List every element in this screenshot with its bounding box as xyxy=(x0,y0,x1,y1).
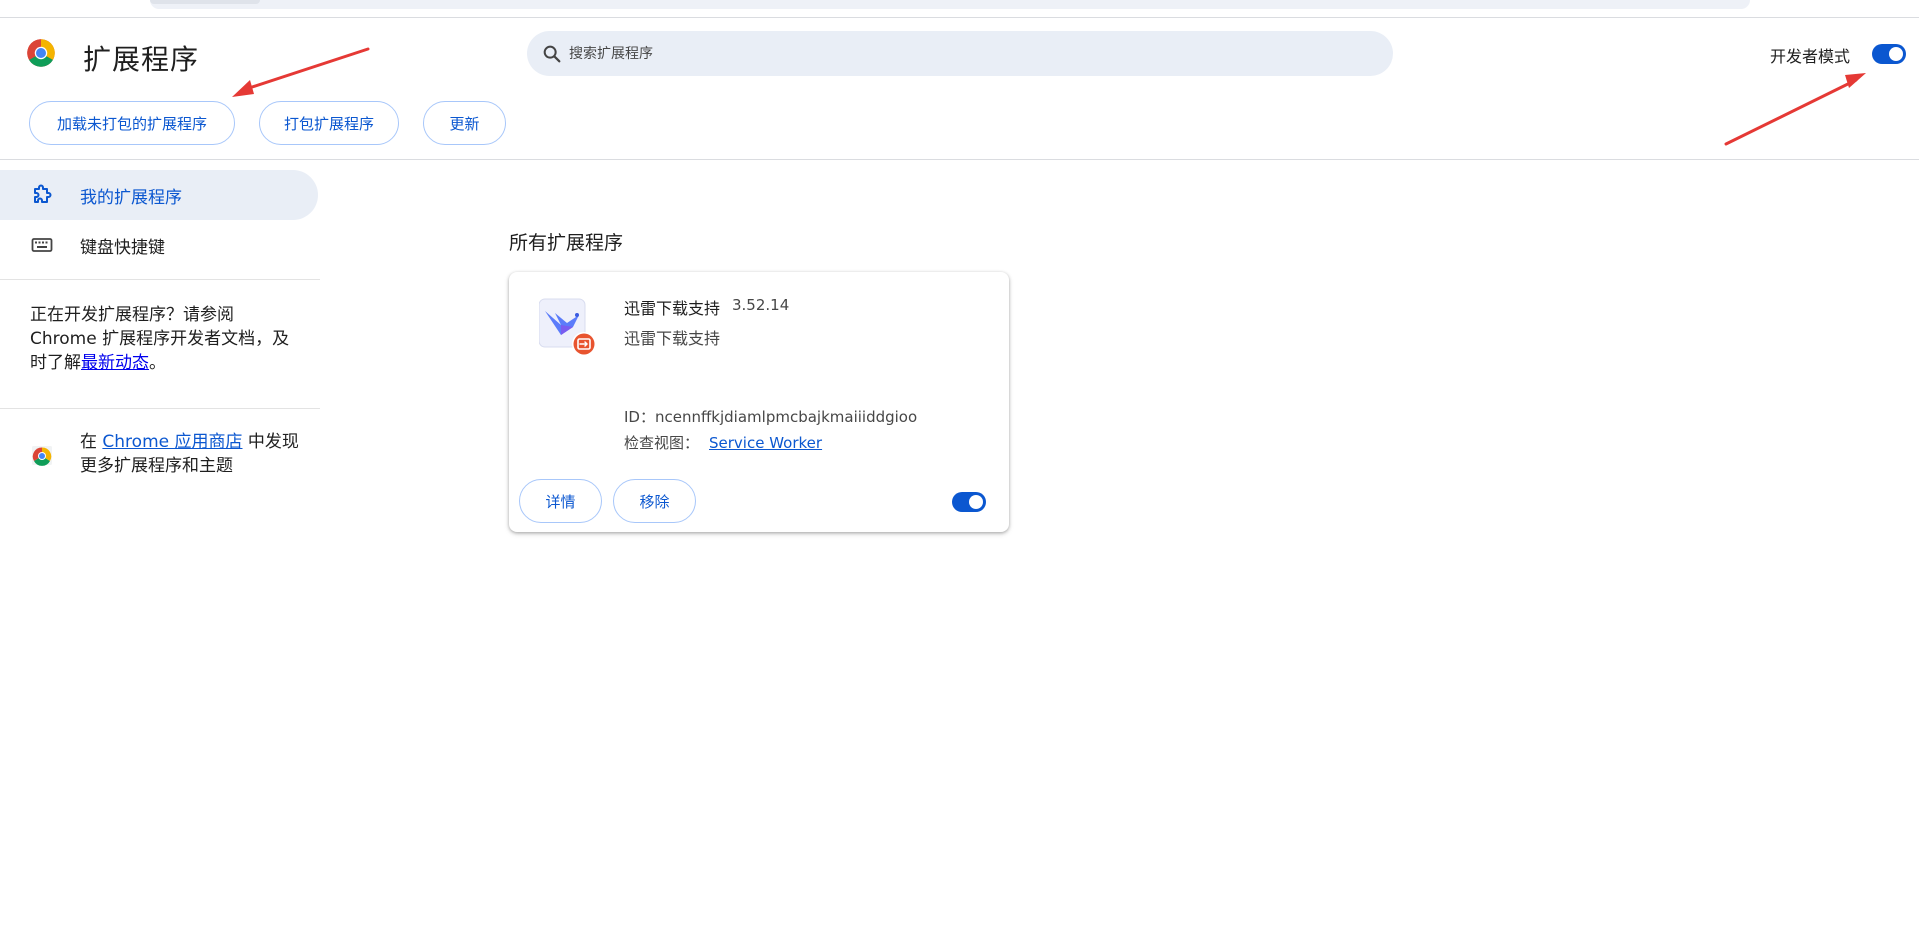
update-button[interactable]: 更新 xyxy=(423,101,506,145)
sidebar: 我的扩展程序 键盘快捷键 正在开发扩展程序？请参阅 Chrome 扩展程序开发者… xyxy=(0,160,320,927)
chrome-logo-icon xyxy=(27,39,55,67)
search-box[interactable] xyxy=(527,31,1393,76)
sidebar-item-label: 键盘快捷键 xyxy=(80,237,165,258)
chrome-web-store-icon xyxy=(32,446,52,466)
keyboard-icon xyxy=(31,238,53,252)
search-input[interactable] xyxy=(569,31,1369,76)
latest-news-link[interactable]: 最新动态 xyxy=(81,353,149,373)
extension-name: 迅雷下载支持 xyxy=(624,299,721,318)
web-store-note: 在 Chrome 应用商店 中发现更多扩展程序和主题 xyxy=(80,430,310,478)
developer-mode-label: 开发者模式 xyxy=(1770,47,1851,66)
sidebar-item-label: 我的扩展程序 xyxy=(80,187,182,208)
sidebar-item-my-extensions[interactable]: 我的扩展程序 xyxy=(0,170,318,220)
chrome-web-store-link[interactable]: Chrome 应用商店 xyxy=(102,432,242,452)
dev-note-suffix: 。 xyxy=(149,353,166,373)
sidebar-divider xyxy=(0,408,320,409)
sidebar-divider xyxy=(0,279,320,280)
extensions-page: 扩展程序 开发者模式 加载未打包的扩展程序 打包扩展程序 更新 我的扩展程序 xyxy=(0,0,1919,927)
extension-version: 3.52.14 xyxy=(732,296,790,314)
details-button[interactable]: 详情 xyxy=(519,479,602,523)
xunlei-bird-icon xyxy=(538,298,596,356)
address-bar-chip xyxy=(150,0,260,4)
extension-card: 迅雷下载支持 3.52.14 迅雷下载支持 ID：ncennffkjdiamlp… xyxy=(509,272,1009,532)
store-note-prefix: 在 xyxy=(80,432,103,452)
sidebar-item-keyboard-shortcuts[interactable]: 键盘快捷键 xyxy=(0,220,318,270)
section-title: 所有扩展程序 xyxy=(509,232,624,254)
developer-docs-note: 正在开发扩展程序？请参阅 Chrome 扩展程序开发者文档，及时了解最新动态。 xyxy=(30,303,300,375)
load-unpacked-button[interactable]: 加载未打包的扩展程序 xyxy=(29,101,235,145)
page-title: 扩展程序 xyxy=(83,43,200,76)
inspect-views: 检查视图： Service Worker xyxy=(624,432,822,453)
extension-id: ID：ncennffkjdiamlpmcbajkmaiiiddgioo xyxy=(624,408,918,426)
page-header: 扩展程序 开发者模式 加载未打包的扩展程序 打包扩展程序 更新 xyxy=(0,18,1919,160)
pack-extension-button[interactable]: 打包扩展程序 xyxy=(259,101,399,145)
remove-button[interactable]: 移除 xyxy=(613,479,696,523)
browser-top-strip xyxy=(0,0,1919,18)
search-icon xyxy=(543,45,561,63)
extension-icon xyxy=(538,297,599,357)
developer-mode-toggle[interactable] xyxy=(1872,44,1906,64)
address-bar-edge[interactable] xyxy=(150,0,1750,9)
service-worker-link[interactable]: Service Worker xyxy=(709,434,822,452)
extensions-icon xyxy=(34,184,52,203)
extension-enable-toggle[interactable] xyxy=(952,492,986,512)
extension-description: 迅雷下载支持 xyxy=(624,329,721,348)
inspect-views-label: 检查视图： xyxy=(624,434,700,452)
